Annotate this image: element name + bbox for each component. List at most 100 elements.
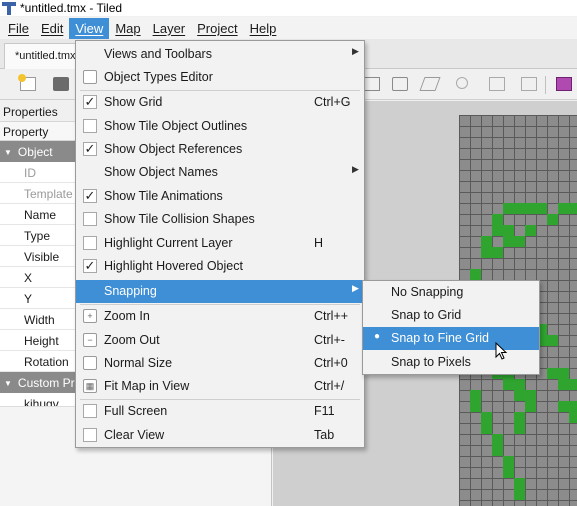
map-tile[interactable] <box>514 412 525 423</box>
map-tile[interactable] <box>547 214 558 225</box>
map-tile[interactable] <box>514 203 525 214</box>
map-tile[interactable] <box>492 445 503 456</box>
insert-tool-icon[interactable] <box>521 77 537 91</box>
menu-item-full-screen[interactable]: Full Screen F11 <box>76 400 364 423</box>
checkbox-checked-icon[interactable]: ✓ <box>83 259 97 273</box>
menu-item-zoom-out[interactable]: − Zoom Out Ctrl+- <box>76 329 364 352</box>
property-row-y[interactable]: Y <box>0 288 80 309</box>
map-tile[interactable] <box>492 225 503 236</box>
property-row-visible[interactable]: Visible <box>0 246 80 267</box>
menu-view[interactable]: View <box>69 17 110 39</box>
map-tile[interactable] <box>481 412 492 423</box>
menu-edit[interactable]: Edit <box>35 18 69 39</box>
map-tile[interactable] <box>558 203 569 214</box>
map-tile[interactable] <box>503 203 514 214</box>
map-tile[interactable] <box>569 379 577 390</box>
map-tile[interactable] <box>481 247 492 258</box>
property-row-width[interactable]: Width <box>0 309 80 330</box>
menu-project[interactable]: Project <box>191 18 243 39</box>
property-row-height[interactable]: Height <box>0 330 80 351</box>
snap-option-snap-to-fine-grid[interactable]: ● Snap to Fine Grid <box>363 327 539 350</box>
map-tile[interactable] <box>514 423 525 434</box>
map-tile[interactable] <box>492 247 503 258</box>
open-file-icon[interactable] <box>53 77 69 91</box>
map-tile[interactable] <box>503 456 514 467</box>
menu-item-fit-map-in-view[interactable]: ▦ Fit Map in View Ctrl+/ <box>76 375 364 398</box>
menu-item-highlight-current-layer[interactable]: Highlight Current Layer H <box>76 232 364 255</box>
map-tile[interactable] <box>470 269 481 280</box>
map-tile[interactable] <box>569 203 577 214</box>
map-tile[interactable] <box>514 390 525 401</box>
menu-item-show-grid[interactable]: ✓ Show Grid Ctrl+G <box>76 91 364 114</box>
map-tile[interactable] <box>470 390 481 401</box>
map-tile[interactable] <box>558 401 569 412</box>
map-tile[interactable] <box>492 214 503 225</box>
property-row-x[interactable]: X <box>0 267 80 288</box>
map-tile[interactable] <box>481 423 492 434</box>
menu-map[interactable]: Map <box>109 18 146 39</box>
menu-layer[interactable]: Layer <box>147 18 192 39</box>
ellipse-tool-icon[interactable] <box>456 77 468 89</box>
menu-item-label: Show Grid <box>104 95 163 109</box>
map-tile[interactable] <box>492 434 503 445</box>
map-tile[interactable] <box>470 401 481 412</box>
property-row-id[interactable]: ID <box>0 162 80 183</box>
checkbox-unchecked-icon[interactable] <box>83 404 97 418</box>
eraser-tool-icon[interactable] <box>419 77 441 91</box>
map-tile[interactable] <box>525 225 536 236</box>
menu-item-normal-size[interactable]: Normal Size Ctrl+0 <box>76 352 364 375</box>
map-tile[interactable] <box>525 401 536 412</box>
map-tile[interactable] <box>481 236 492 247</box>
snap-option-no-snapping[interactable]: No Snapping <box>363 281 539 304</box>
property-row-rotation[interactable]: Rotation <box>0 351 80 372</box>
checkbox-unchecked-icon[interactable] <box>83 119 97 133</box>
menu-item-snapping[interactable]: Snapping ▶ <box>76 280 364 303</box>
map-tile[interactable] <box>525 203 536 214</box>
checkbox-checked-icon[interactable]: ✓ <box>83 189 97 203</box>
rectangle-tool-icon[interactable] <box>392 77 408 91</box>
menu-item-show-object-names[interactable]: Show Object Names ▶ <box>76 161 364 184</box>
map-tile[interactable] <box>503 379 514 390</box>
menu-file[interactable]: File <box>2 18 35 39</box>
shape-tool-icon[interactable] <box>364 77 380 91</box>
checkbox-unchecked-icon[interactable] <box>83 428 97 442</box>
map-tile[interactable] <box>514 489 525 500</box>
document-tab[interactable]: *untitled.tmx <box>4 43 80 69</box>
menu-item-show-tile-animations[interactable]: ✓ Show Tile Animations <box>76 185 364 208</box>
map-tile[interactable] <box>514 379 525 390</box>
menu-help[interactable]: Help <box>244 18 283 39</box>
map-tile[interactable] <box>514 478 525 489</box>
menu-item-clear-view[interactable]: Clear View Tab <box>76 424 364 447</box>
map-tile[interactable] <box>558 379 569 390</box>
snap-option-snap-to-grid[interactable]: Snap to Grid <box>363 304 539 327</box>
tile-stamp-icon[interactable] <box>556 77 572 91</box>
checkbox-unchecked-icon[interactable] <box>83 236 97 250</box>
map-tile[interactable] <box>503 225 514 236</box>
map-tile[interactable] <box>547 368 558 379</box>
map-tile[interactable] <box>536 203 547 214</box>
map-tile[interactable] <box>503 236 514 247</box>
menu-item-show-object-references[interactable]: ✓ Show Object References <box>76 138 364 161</box>
property-row-type[interactable]: Type <box>0 225 80 246</box>
map-tile[interactable] <box>569 412 577 423</box>
map-tile[interactable] <box>547 335 558 346</box>
select-tool-icon[interactable] <box>489 77 505 91</box>
snap-option-snap-to-pixels[interactable]: Snap to Pixels <box>363 351 539 374</box>
checkbox-checked-icon[interactable]: ✓ <box>83 95 97 109</box>
map-tile[interactable] <box>558 368 569 379</box>
menu-item-show-tile-object-outlines[interactable]: Show Tile Object Outlines <box>76 115 364 138</box>
map-tile[interactable] <box>514 236 525 247</box>
menu-item-show-tile-collision-shapes[interactable]: Show Tile Collision Shapes <box>76 208 364 231</box>
menu-item-highlight-hovered-object[interactable]: ✓ Highlight Hovered Object <box>76 255 364 278</box>
property-row-template[interactable]: Template <box>0 183 80 204</box>
new-map-icon[interactable] <box>18 74 36 91</box>
map-tile[interactable] <box>503 467 514 478</box>
menu-item-zoom-in[interactable]: + Zoom In Ctrl++ <box>76 305 364 328</box>
property-row-name[interactable]: Name <box>0 204 80 225</box>
checkbox-unchecked-icon[interactable] <box>83 212 97 226</box>
map-tile[interactable] <box>569 401 577 412</box>
map-tile[interactable] <box>525 390 536 401</box>
menu-item-object-types-editor[interactable]: Object Types Editor <box>76 66 364 89</box>
menu-item-views-and-toolbars[interactable]: Views and Toolbars ▶ <box>76 43 364 66</box>
checkbox-checked-icon[interactable]: ✓ <box>83 142 97 156</box>
